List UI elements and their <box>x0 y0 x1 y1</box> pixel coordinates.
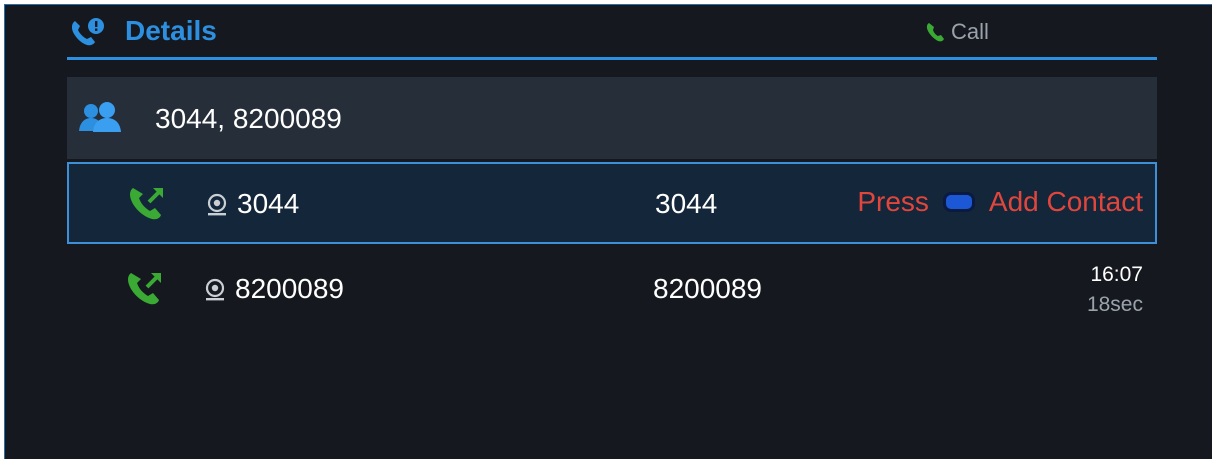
page-title: Details <box>125 15 217 46</box>
call-history-row[interactable]: 8200089 8200089 16:07 18sec <box>67 247 1157 329</box>
call-button[interactable]: Call <box>925 19 989 45</box>
header-bar: Details Call <box>67 5 1157 60</box>
call-time: 16:07 <box>1090 263 1143 286</box>
group-summary-row: 3044, 8200089 <box>67 77 1157 159</box>
call-label: Call <box>951 19 989 44</box>
outgoing-call-icon <box>130 188 163 220</box>
account-icon <box>205 278 225 301</box>
outgoing-call-icon <box>128 273 161 305</box>
blue-key-icon <box>942 192 975 212</box>
call-number: 3044 <box>655 188 718 219</box>
phone-info-icon <box>71 18 104 46</box>
participants-label: 3044, 8200089 <box>155 103 342 134</box>
contacts-group-icon <box>79 102 121 132</box>
call-history-row[interactable]: 3044 3044 Press Add Contact <box>67 162 1157 244</box>
phone-icon <box>926 23 944 42</box>
call-name: 3044 <box>237 188 300 219</box>
add-contact-label: Add Contact <box>988 186 1143 217</box>
call-duration: 18sec <box>1086 293 1143 316</box>
add-contact-hint: Press Add Contact <box>857 186 1143 218</box>
press-label: Press <box>857 186 929 217</box>
call-number: 8200089 <box>653 273 763 304</box>
call-name: 8200089 <box>235 273 345 304</box>
call-details-screen: Details Call 3044, 8200089 3044 3044 Pre… <box>4 4 1212 459</box>
account-icon <box>207 193 227 216</box>
